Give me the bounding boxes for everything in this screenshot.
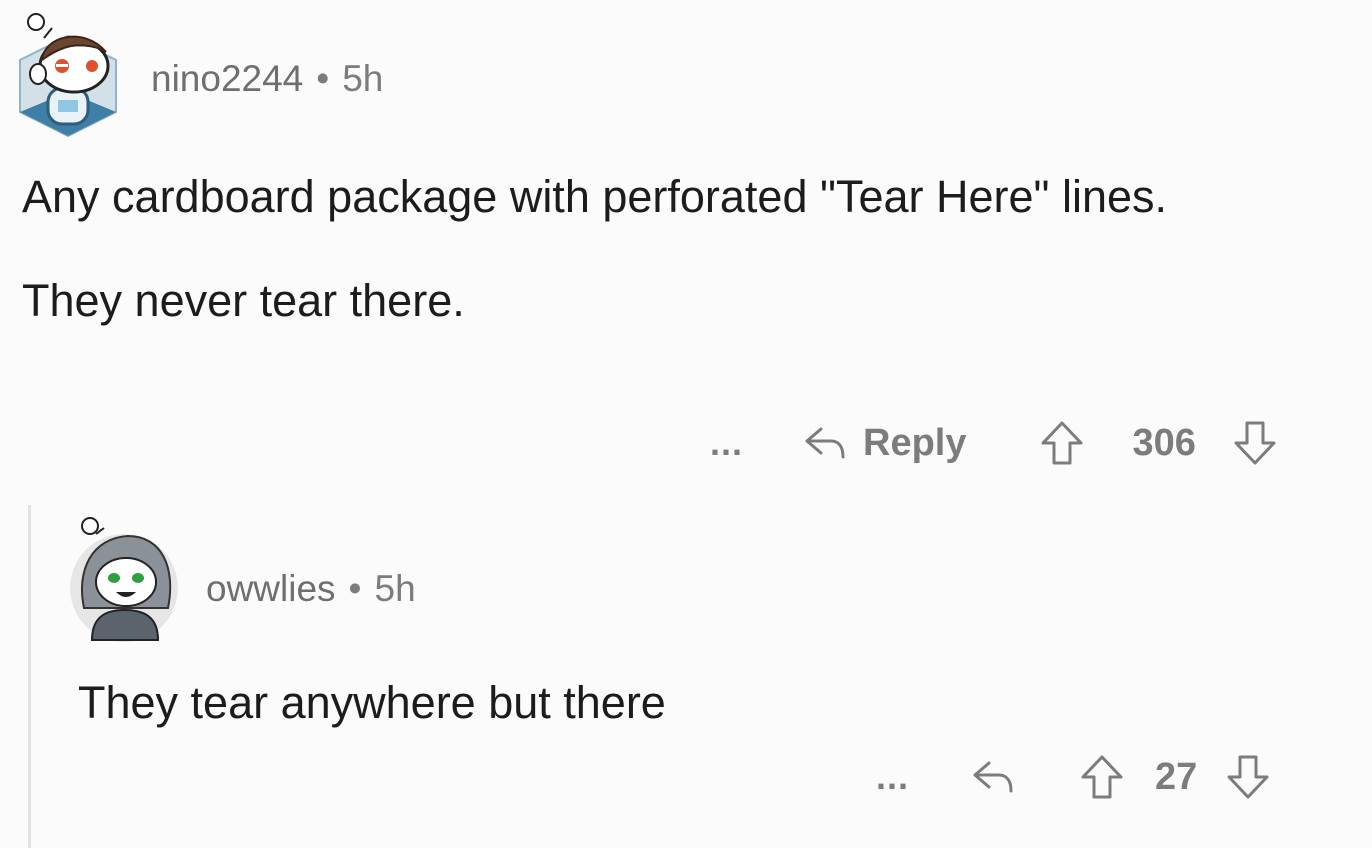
more-options-button[interactable]: ...: [876, 756, 909, 798]
comment-actions: ... 27: [876, 752, 1271, 802]
comment-age: 5h: [374, 568, 416, 609]
downvote-arrow-icon[interactable]: [1225, 753, 1271, 801]
username[interactable]: nino2244: [151, 58, 303, 99]
comment-paragraph: They never tear there.: [22, 275, 465, 326]
avatar-nino2244[interactable]: [14, 8, 122, 138]
meta-separator: •: [348, 568, 362, 609]
snoo-avatar-icon: [19, 13, 117, 138]
reply-button[interactable]: Reply: [863, 422, 966, 465]
thread-line[interactable]: [28, 505, 31, 848]
comment-body: They tear anywhere but there: [78, 672, 666, 734]
comment-actions: ... Reply 306: [710, 418, 1278, 468]
upvote-arrow-icon[interactable]: [1039, 419, 1085, 467]
comment-meta: nino2244 • 5h: [151, 58, 383, 100]
more-options-button[interactable]: ...: [710, 422, 743, 464]
username[interactable]: owwlies: [206, 568, 336, 609]
comment-body: Any cardboard package with perforated "T…: [22, 166, 1282, 332]
downvote-arrow-icon[interactable]: [1232, 419, 1278, 467]
meta-separator: •: [316, 58, 330, 99]
comment-meta: owwlies • 5h: [206, 568, 416, 610]
comment-paragraph: They tear anywhere but there: [78, 677, 666, 728]
comment-age: 5h: [342, 58, 384, 99]
snoo-avatar-icon: [70, 517, 178, 642]
upvote-arrow-icon[interactable]: [1079, 753, 1125, 801]
comment-paragraph: Any cardboard package with perforated "T…: [22, 171, 1168, 222]
reply-arrow-icon[interactable]: [801, 423, 849, 463]
vote-score: 306: [1132, 421, 1196, 464]
vote-score: 27: [1155, 755, 1198, 798]
reply-arrow-icon[interactable]: [969, 757, 1017, 797]
avatar-owwlies[interactable]: [68, 512, 180, 642]
